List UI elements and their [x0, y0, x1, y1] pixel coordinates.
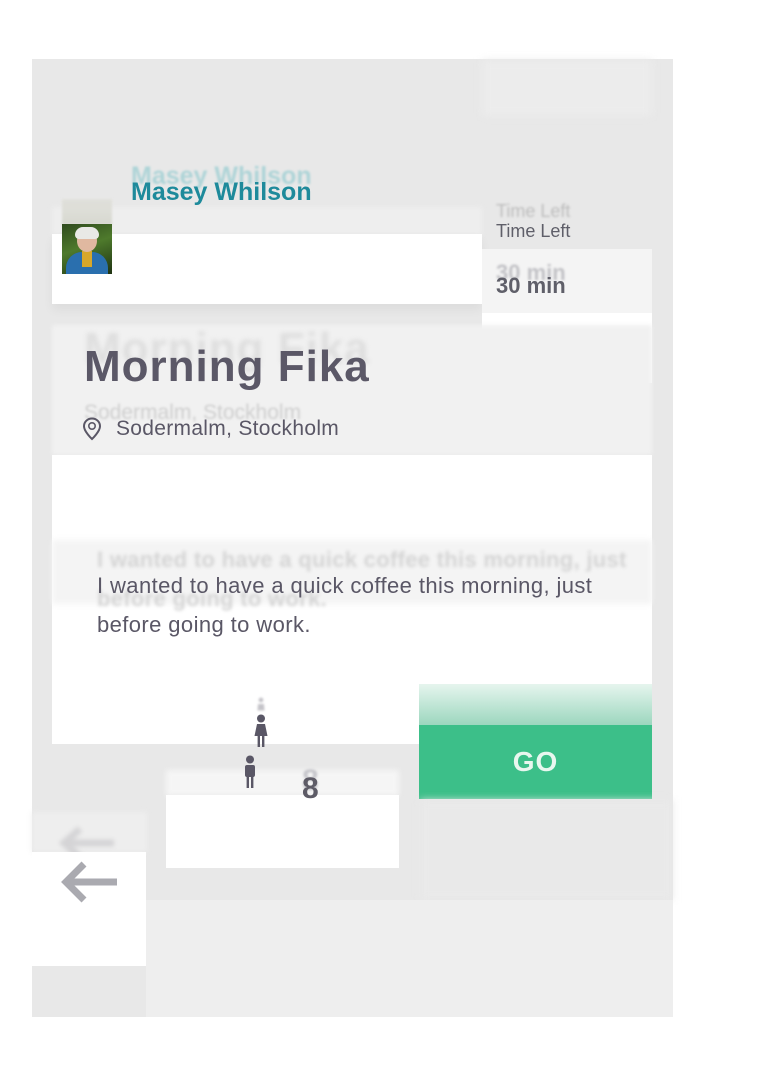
participants-ghost: [166, 770, 399, 796]
participant-count: 8: [302, 772, 319, 805]
go-button-ghost: [419, 684, 652, 726]
go-button[interactable]: GO: [419, 725, 652, 799]
event-location-text: Sodermalm, Stockholm: [116, 417, 340, 440]
person-icon: [245, 755, 255, 788]
ghost-panel: [482, 60, 652, 116]
map-pin-icon: [82, 417, 102, 441]
host-name[interactable]: Masey Whilson: [131, 178, 312, 207]
participants-panel: [166, 795, 399, 868]
time-left-value: 30 min: [496, 273, 566, 298]
event-location: Sodermalm, Stockholm: [82, 416, 339, 442]
event-title: Morning Fika: [84, 342, 370, 391]
bottom-band: [146, 900, 673, 1017]
back-button[interactable]: [32, 852, 146, 966]
time-left-label-ghost: Time Left: [496, 201, 571, 221]
time-left-label: Time Left: [496, 221, 571, 241]
ghost-strip: [52, 207, 482, 235]
host-avatar[interactable]: [62, 224, 112, 274]
host-panel: [52, 234, 482, 304]
arrow-left-icon: [61, 861, 117, 903]
ghost-panel: [420, 800, 673, 900]
event-description: I wanted to have a quick coffee this mor…: [97, 573, 593, 637]
avatar-ghost: [62, 199, 112, 225]
person-icon: [254, 714, 268, 747]
